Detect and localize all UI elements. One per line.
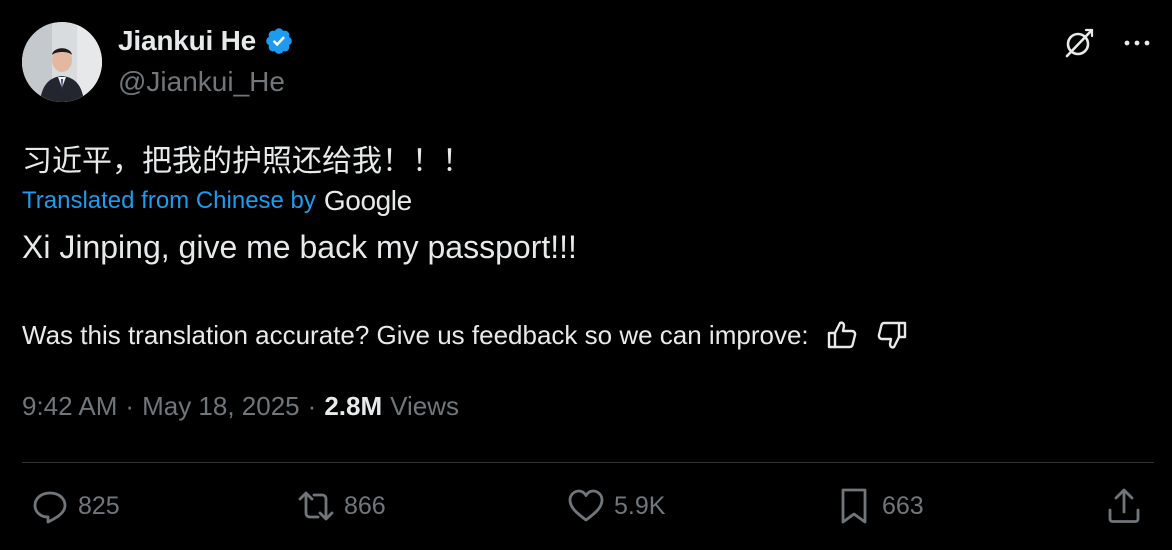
- repost-count: 866: [344, 491, 386, 520]
- repost-icon: [298, 491, 334, 521]
- translation-feedback: Was this translation accurate? Give us f…: [22, 318, 909, 352]
- post-translation-text: Xi Jinping, give me back my passport!!!: [22, 229, 577, 265]
- reply-icon: [33, 491, 67, 524]
- translated-from-link[interactable]: Translated from Chinese by: [22, 187, 316, 215]
- share-icon: [1108, 488, 1140, 523]
- more-icon[interactable]: [1120, 26, 1154, 60]
- post-time[interactable]: 9:42 AM: [22, 391, 117, 422]
- grok-icon[interactable]: [1062, 26, 1096, 60]
- reply-button[interactable]: 825: [30, 486, 120, 526]
- top-actions: [1062, 26, 1154, 60]
- post-date[interactable]: May 18, 2025: [142, 391, 300, 422]
- views-label: Views: [390, 391, 460, 421]
- verified-badge-icon[interactable]: [264, 26, 294, 56]
- repost-button[interactable]: 866: [296, 486, 386, 526]
- bookmark-icon: [841, 488, 867, 524]
- google-logo: Google: [323, 185, 412, 216]
- post-meta: 9:42 AM · May 18, 2025 · 2.8M Views: [22, 391, 459, 422]
- author-display-name[interactable]: Jiankui He: [118, 25, 256, 57]
- author-name-row: Jiankui He: [118, 25, 294, 57]
- bookmark-button[interactable]: 663: [834, 486, 924, 526]
- avatar[interactable]: [22, 22, 102, 102]
- thumbs-up-icon[interactable]: [825, 318, 859, 352]
- avatar-image: [22, 22, 102, 102]
- author-handle[interactable]: @Jiankui_He: [118, 66, 285, 98]
- meta-separator: ·: [125, 391, 135, 421]
- translation-attribution: Translated from Chinese by Google: [22, 185, 412, 217]
- feedback-prompt: Was this translation accurate? Give us f…: [22, 319, 809, 350]
- bookmark-count: 663: [882, 491, 924, 520]
- thumbs-down-icon[interactable]: [875, 318, 909, 352]
- heart-icon: [568, 489, 604, 522]
- meta-separator: ·: [307, 391, 317, 421]
- share-button[interactable]: [1104, 486, 1144, 526]
- views-count[interactable]: 2.8M: [324, 391, 382, 422]
- post-original-text: 习近平，把我的护照还给我！！！: [22, 144, 472, 179]
- tweet-card: Jiankui He @Jiankui_He 习近平，把我的护照还给我！！！ T…: [0, 0, 1172, 550]
- divider: [22, 462, 1154, 463]
- reply-count: 825: [78, 491, 120, 520]
- like-button[interactable]: 5.9K: [566, 486, 665, 526]
- like-count: 5.9K: [614, 491, 666, 520]
- action-bar: 825 866 5.9K 663: [0, 486, 1172, 536]
